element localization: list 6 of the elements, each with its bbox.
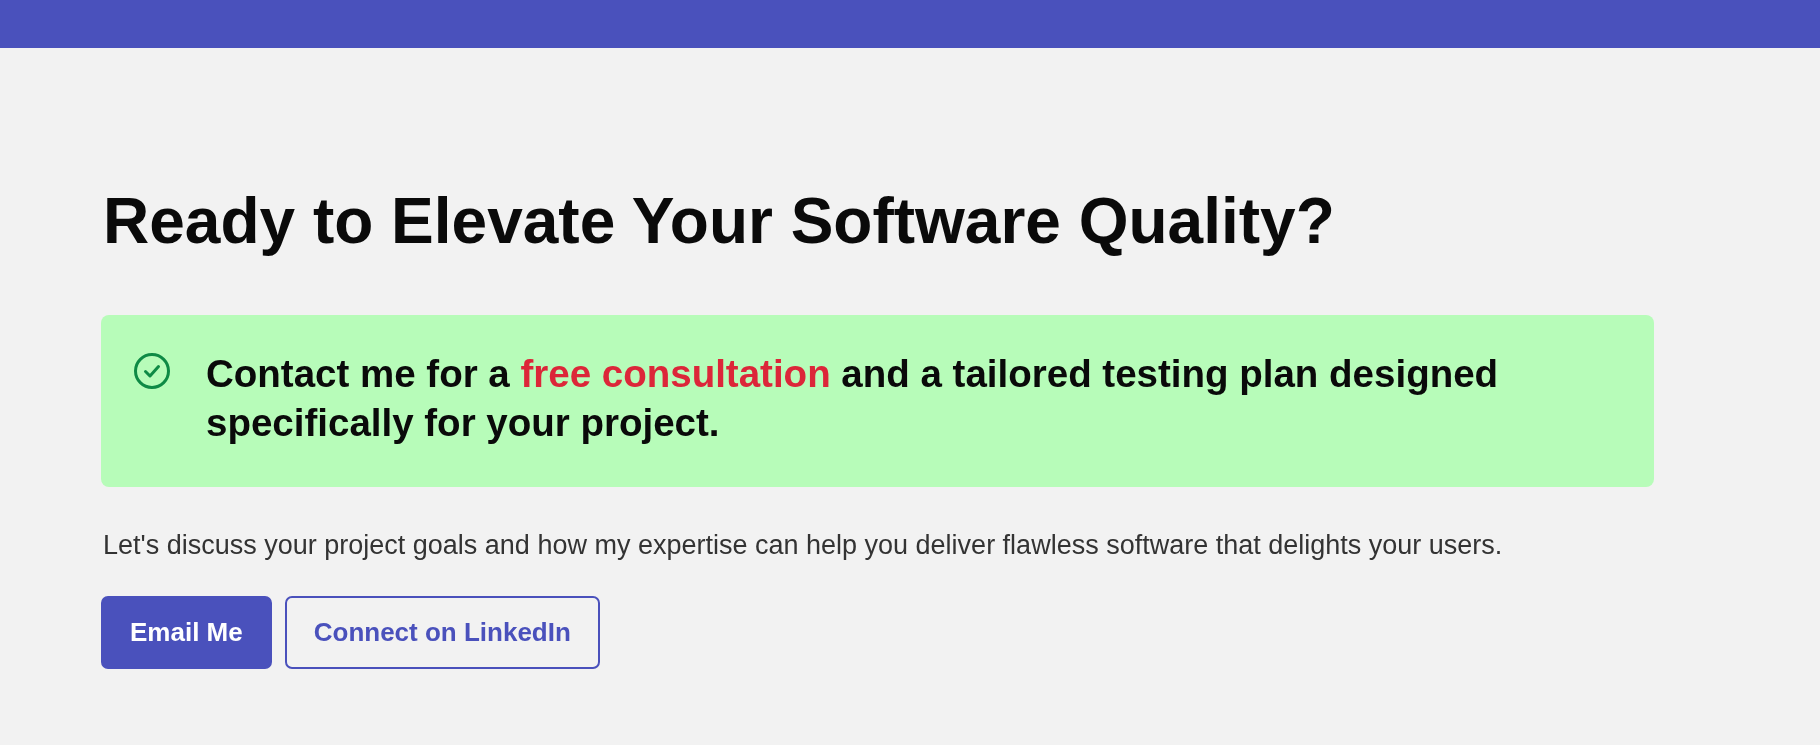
check-circle-icon <box>133 352 171 390</box>
description-text: Let's discuss your project goals and how my expertise can help you deliver flawless software that delights your users. <box>102 529 1504 562</box>
page-heading: Ready to Elevate Your Software Quality? <box>102 184 1336 259</box>
link-button[interactable]: Connect on LinkedIn <box>284 596 600 669</box>
email-button[interactable]: Email Me <box>101 596 272 669</box>
callout-text: Contact me for a free consultation and a tailored testing plan designed specifically for your project. <box>206 351 1500 446</box>
